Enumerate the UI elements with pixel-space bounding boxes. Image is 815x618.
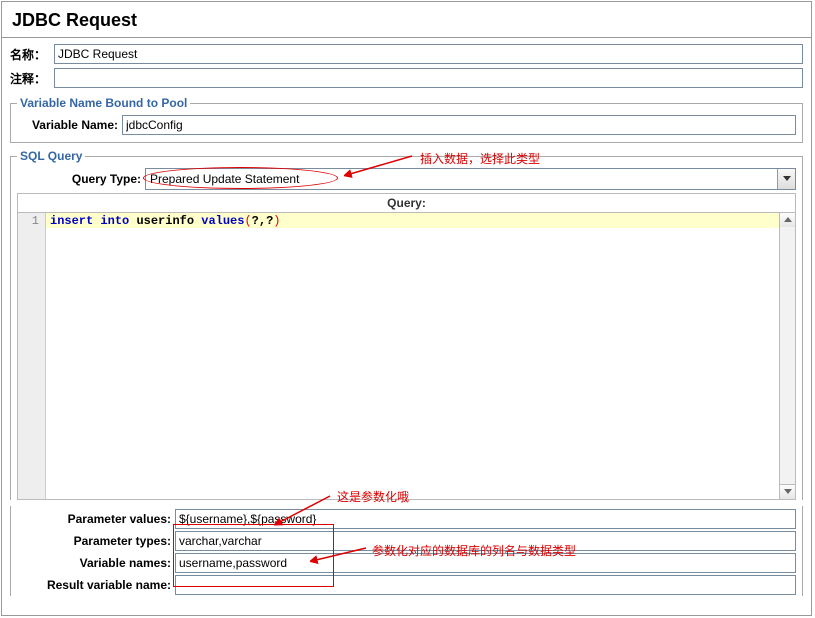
name-label: 名称：	[10, 46, 54, 63]
parameter-values-label: Parameter values:	[17, 512, 175, 526]
line-gutter: 1	[18, 213, 46, 499]
sql-code-text: insert into userinfo values(?,?)	[50, 214, 775, 228]
parameter-types-label: Parameter types:	[17, 534, 175, 548]
parameter-values-input[interactable]	[175, 509, 796, 529]
dropdown-button[interactable]	[777, 169, 795, 189]
parameter-types-input[interactable]	[175, 531, 796, 551]
scroll-track[interactable]	[780, 227, 795, 485]
sql-query-fieldset: SQL Query Query Type: Prepared Update St…	[10, 149, 803, 500]
comment-input[interactable]	[54, 68, 803, 88]
chevron-down-icon	[783, 176, 791, 182]
query-type-select[interactable]: Prepared Update Statement	[145, 168, 796, 190]
title-divider	[2, 37, 811, 38]
scroll-up-button[interactable]	[779, 212, 796, 228]
pool-legend: Variable Name Bound to Pool	[17, 96, 190, 110]
page-title: JDBC Request	[2, 2, 811, 35]
variable-names-input[interactable]	[175, 553, 796, 573]
scroll-down-button[interactable]	[779, 484, 796, 500]
sql-query-legend: SQL Query	[17, 149, 85, 163]
query-editor[interactable]: 1 insert into userinfo values(?,?)	[17, 212, 796, 500]
pool-fieldset: Variable Name Bound to Pool Variable Nam…	[10, 96, 803, 143]
query-type-label: Query Type:	[17, 172, 145, 186]
result-variable-name-label: Result variable name:	[17, 578, 175, 592]
comment-label: 注释：	[10, 70, 54, 87]
variable-name-label: Variable Name:	[17, 118, 122, 132]
vertical-scrollbar[interactable]	[779, 213, 795, 499]
name-input[interactable]	[54, 44, 803, 64]
query-header: Query:	[17, 193, 796, 212]
variable-name-input[interactable]	[122, 115, 796, 135]
variable-names-label: Variable names:	[17, 556, 175, 570]
query-type-value: Prepared Update Statement	[146, 171, 777, 187]
result-variable-name-input[interactable]	[175, 575, 796, 595]
